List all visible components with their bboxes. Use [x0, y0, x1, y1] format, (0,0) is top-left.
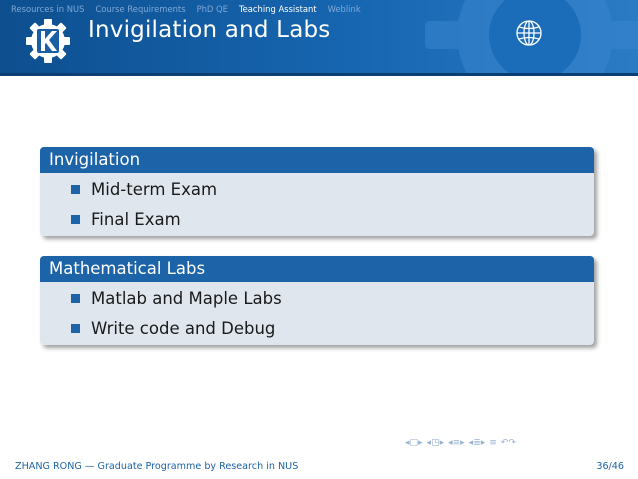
square-bullet-icon: [71, 214, 80, 224]
block-title: Invigilation: [40, 147, 594, 173]
globe-icon: [516, 20, 542, 46]
nav-item-resources[interactable]: Resources in NUS: [11, 4, 84, 14]
slide-footer: ZHANG RONG — Graduate Programme by Resea…: [0, 457, 638, 479]
block-mathematical-labs: Mathematical Labs Matlab and Maple Labs …: [40, 256, 594, 345]
footer-author: ZHANG RONG — Graduate Programme by Resea…: [15, 461, 299, 472]
block-body: Mid-term Exam Final Exam: [40, 173, 594, 236]
list-item: Mid-term Exam: [40, 174, 594, 204]
list-item: Final Exam: [40, 204, 594, 234]
nav-subsection-icon[interactable]: ◂◳▸: [427, 438, 445, 448]
square-bullet-icon: [71, 323, 80, 333]
list-item-text: Matlab and Maple Labs: [91, 288, 282, 308]
square-bullet-icon: [71, 293, 80, 303]
page-number: 36/46: [596, 461, 624, 472]
nav-item-teaching-assistant[interactable]: Teaching Assistant: [239, 4, 317, 14]
nav-section-icon[interactable]: ◂≡▸: [448, 438, 465, 448]
nav-item-weblink[interactable]: Weblink: [328, 4, 361, 14]
block-body: Matlab and Maple Labs Write code and Deb…: [40, 282, 594, 345]
block-title: Mathematical Labs: [40, 256, 594, 282]
list-item-text: Mid-term Exam: [91, 179, 218, 199]
kde-logo-icon: [26, 19, 70, 63]
slide-header: Resources in NUS Course Requirements PhD…: [0, 0, 638, 76]
header-divider: [0, 73, 638, 76]
square-bullet-icon: [71, 184, 80, 194]
list-item: Matlab and Maple Labs: [40, 283, 594, 313]
nav-align-icon[interactable]: ≡: [489, 438, 497, 448]
beamer-navigation-symbols: ◂□▸ ◂◳▸ ◂≡▸ ◂≣▸ ≡ ↶↷: [405, 436, 516, 450]
list-item-text: Write code and Debug: [91, 318, 276, 338]
nav-frame-prev-icon[interactable]: ◂□▸: [405, 438, 423, 448]
list-item-text: Final Exam: [91, 209, 181, 229]
nav-search-icon[interactable]: ↶↷: [501, 438, 516, 448]
slide-title: Invigilation and Labs: [88, 17, 331, 43]
nav-part-icon[interactable]: ◂≣▸: [469, 438, 486, 448]
nav-item-phd-qe[interactable]: PhD QE: [197, 4, 228, 14]
list-item: Write code and Debug: [40, 313, 594, 343]
block-invigilation: Invigilation Mid-term Exam Final Exam: [40, 147, 594, 236]
section-navigation: Resources in NUS Course Requirements PhD…: [0, 0, 366, 17]
nav-item-course-requirements[interactable]: Course Requirements: [95, 4, 185, 14]
